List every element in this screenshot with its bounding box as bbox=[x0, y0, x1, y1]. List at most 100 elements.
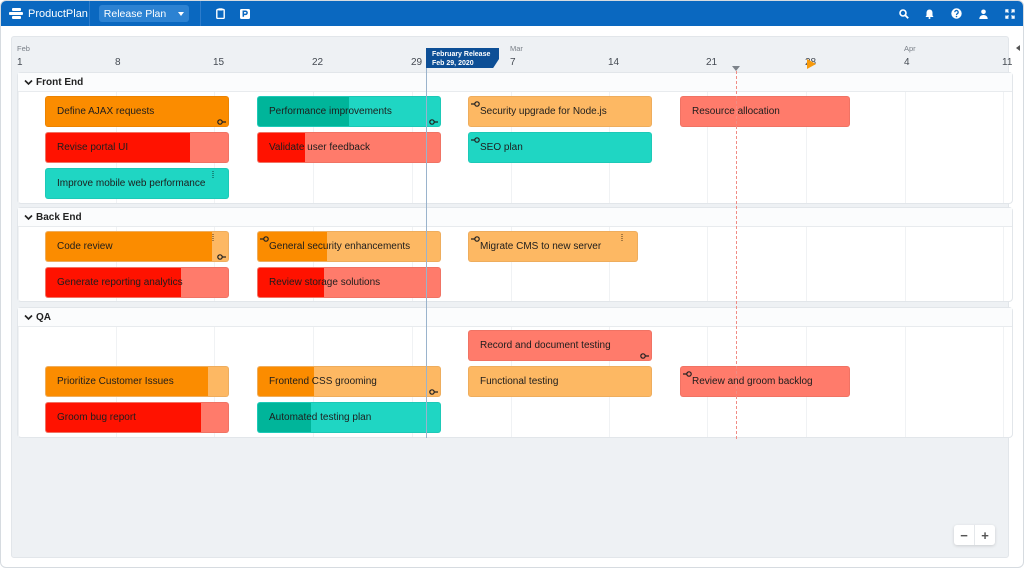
day-tick-label: 21 bbox=[706, 57, 718, 68]
dependency-connector-icon[interactable] bbox=[471, 99, 480, 107]
dependency-connector-icon[interactable] bbox=[640, 351, 649, 359]
dependency-connector-icon[interactable] bbox=[217, 252, 226, 260]
chevron-down-icon bbox=[24, 314, 33, 320]
lane-title: Front End bbox=[36, 76, 84, 88]
roadmap-bar[interactable]: Frontend CSS grooming bbox=[257, 366, 441, 397]
roadmap-bar[interactable]: Revise portal UI bbox=[45, 132, 229, 163]
bar-label: Generate reporting analytics bbox=[57, 277, 183, 288]
roadmap-bar[interactable]: SEO plan bbox=[468, 132, 652, 163]
bar-label: Migrate CMS to new server bbox=[480, 241, 602, 252]
roadmap-bar[interactable]: General security enhancements bbox=[257, 231, 441, 262]
bell-icon[interactable] bbox=[923, 7, 936, 20]
bar-label: Prioritize Customer Issues bbox=[57, 376, 174, 387]
gridline bbox=[1003, 92, 1004, 203]
day-tick-label: 11 bbox=[1002, 57, 1013, 68]
roadmap-bar[interactable]: Record and document testing bbox=[468, 330, 652, 361]
bar-label: Resource allocation bbox=[692, 106, 780, 117]
bar-label: Automated testing plan bbox=[269, 412, 372, 423]
parking-icon[interactable] bbox=[238, 7, 251, 20]
caret-down-icon bbox=[178, 11, 185, 16]
bar-label: Review storage solutions bbox=[269, 277, 381, 288]
bar-label: Validate user feedback bbox=[269, 142, 370, 153]
lane-header[interactable]: Front End bbox=[18, 73, 1012, 92]
bar-label: Functional testing bbox=[480, 376, 559, 387]
search-icon[interactable] bbox=[897, 7, 910, 20]
bar-label: SEO plan bbox=[480, 142, 523, 153]
today-marker-icon bbox=[732, 66, 740, 71]
day-tick-label: 29 bbox=[411, 57, 423, 68]
roadmap-bar[interactable]: Review storage solutions bbox=[257, 267, 441, 298]
roadmap-bar[interactable]: Performance improvements bbox=[257, 96, 441, 127]
roadmap-bar[interactable]: Validate user feedback bbox=[257, 132, 441, 163]
resize-grip-icon[interactable] bbox=[212, 171, 214, 179]
roadmap-bar[interactable]: Migrate CMS to new server bbox=[468, 231, 638, 262]
release-flag[interactable]: February Release Feb 29, 2020 bbox=[426, 48, 499, 68]
roadmap-bar[interactable]: Prioritize Customer Issues bbox=[45, 366, 229, 397]
gridline bbox=[707, 227, 708, 301]
roadmap-bar[interactable]: Groom bug report bbox=[45, 402, 229, 433]
productplan-app: ProductPlan Release Plan Feb Mar Apr 1 8… bbox=[0, 0, 1024, 568]
brand-name: ProductPlan bbox=[28, 7, 88, 20]
milestone-flag-icon[interactable] bbox=[807, 59, 816, 69]
resize-grip-icon[interactable] bbox=[212, 234, 214, 242]
day-tick-label: 4 bbox=[904, 57, 910, 68]
dependency-connector-icon[interactable] bbox=[471, 135, 480, 143]
roadmap-bar[interactable]: Improve mobile web performance bbox=[45, 168, 229, 199]
collapse-panel-icon[interactable] bbox=[1015, 38, 1021, 51]
release-date: Feb 29, 2020 bbox=[432, 60, 474, 67]
roadmap-bar[interactable]: Functional testing bbox=[468, 366, 652, 397]
month-label: Apr bbox=[904, 44, 916, 53]
bar-label: Performance improvements bbox=[269, 106, 392, 117]
roadmap-bar[interactable]: Review and groom backlog bbox=[680, 366, 850, 397]
resize-grip-icon[interactable] bbox=[621, 234, 623, 242]
help-icon[interactable] bbox=[950, 7, 963, 20]
zoom-out-button[interactable]: − bbox=[954, 525, 974, 545]
dependency-connector-icon[interactable] bbox=[429, 387, 438, 395]
dependency-connector-icon[interactable] bbox=[429, 117, 438, 125]
dependency-connector-icon[interactable] bbox=[217, 117, 226, 125]
month-label: Feb bbox=[17, 44, 30, 53]
gridline bbox=[905, 227, 906, 301]
gridline bbox=[1003, 327, 1004, 437]
gridline bbox=[905, 327, 906, 437]
bar-label: Code review bbox=[57, 241, 113, 252]
clipboard-icon[interactable] bbox=[214, 7, 227, 20]
dependency-connector-icon[interactable] bbox=[471, 234, 480, 242]
day-tick-label: 22 bbox=[312, 57, 324, 68]
roadmap-bar[interactable]: Resource allocation bbox=[680, 96, 850, 127]
month-label: Mar bbox=[510, 44, 523, 53]
roadmap-bar[interactable]: Security upgrade for Node.js bbox=[468, 96, 652, 127]
lane-title: QA bbox=[36, 311, 51, 323]
chevron-down-icon bbox=[24, 79, 33, 85]
bar-label: General security enhancements bbox=[269, 241, 411, 252]
day-tick-label: 8 bbox=[115, 57, 121, 68]
bar-label: Frontend CSS grooming bbox=[269, 376, 377, 387]
day-tick-label: 14 bbox=[608, 57, 620, 68]
brand-logo[interactable]: ProductPlan bbox=[9, 5, 88, 22]
bar-label: Groom bug report bbox=[57, 412, 136, 423]
gridline bbox=[18, 92, 19, 203]
roadmap-bar[interactable]: Automated testing plan bbox=[257, 402, 441, 433]
day-tick-label: 1 bbox=[17, 57, 23, 68]
expand-icon[interactable] bbox=[1003, 7, 1016, 20]
divider bbox=[89, 1, 90, 26]
release-line bbox=[426, 48, 427, 438]
productplan-logo-icon bbox=[9, 8, 23, 19]
plan-selector-dropdown[interactable]: Release Plan bbox=[99, 5, 189, 22]
lane-header[interactable]: QA bbox=[18, 308, 1012, 327]
lane-header[interactable]: Back End bbox=[18, 208, 1012, 227]
dependency-connector-icon[interactable] bbox=[683, 369, 692, 377]
bar-label: Review and groom backlog bbox=[692, 376, 813, 387]
user-icon[interactable] bbox=[977, 7, 990, 20]
roadmap-bar[interactable]: Code review bbox=[45, 231, 229, 262]
dependency-connector-icon[interactable] bbox=[260, 234, 269, 242]
roadmap-bar[interactable]: Generate reporting analytics bbox=[45, 267, 229, 298]
gridline bbox=[806, 227, 807, 301]
roadmap-bar[interactable]: Define AJAX requests bbox=[45, 96, 229, 127]
gridline bbox=[1003, 227, 1004, 301]
gridline bbox=[18, 227, 19, 301]
zoom-in-button[interactable]: + bbox=[975, 525, 995, 545]
release-name: February Release bbox=[432, 51, 491, 58]
lane-title: Back End bbox=[36, 211, 82, 223]
bar-label: Record and document testing bbox=[480, 340, 611, 351]
